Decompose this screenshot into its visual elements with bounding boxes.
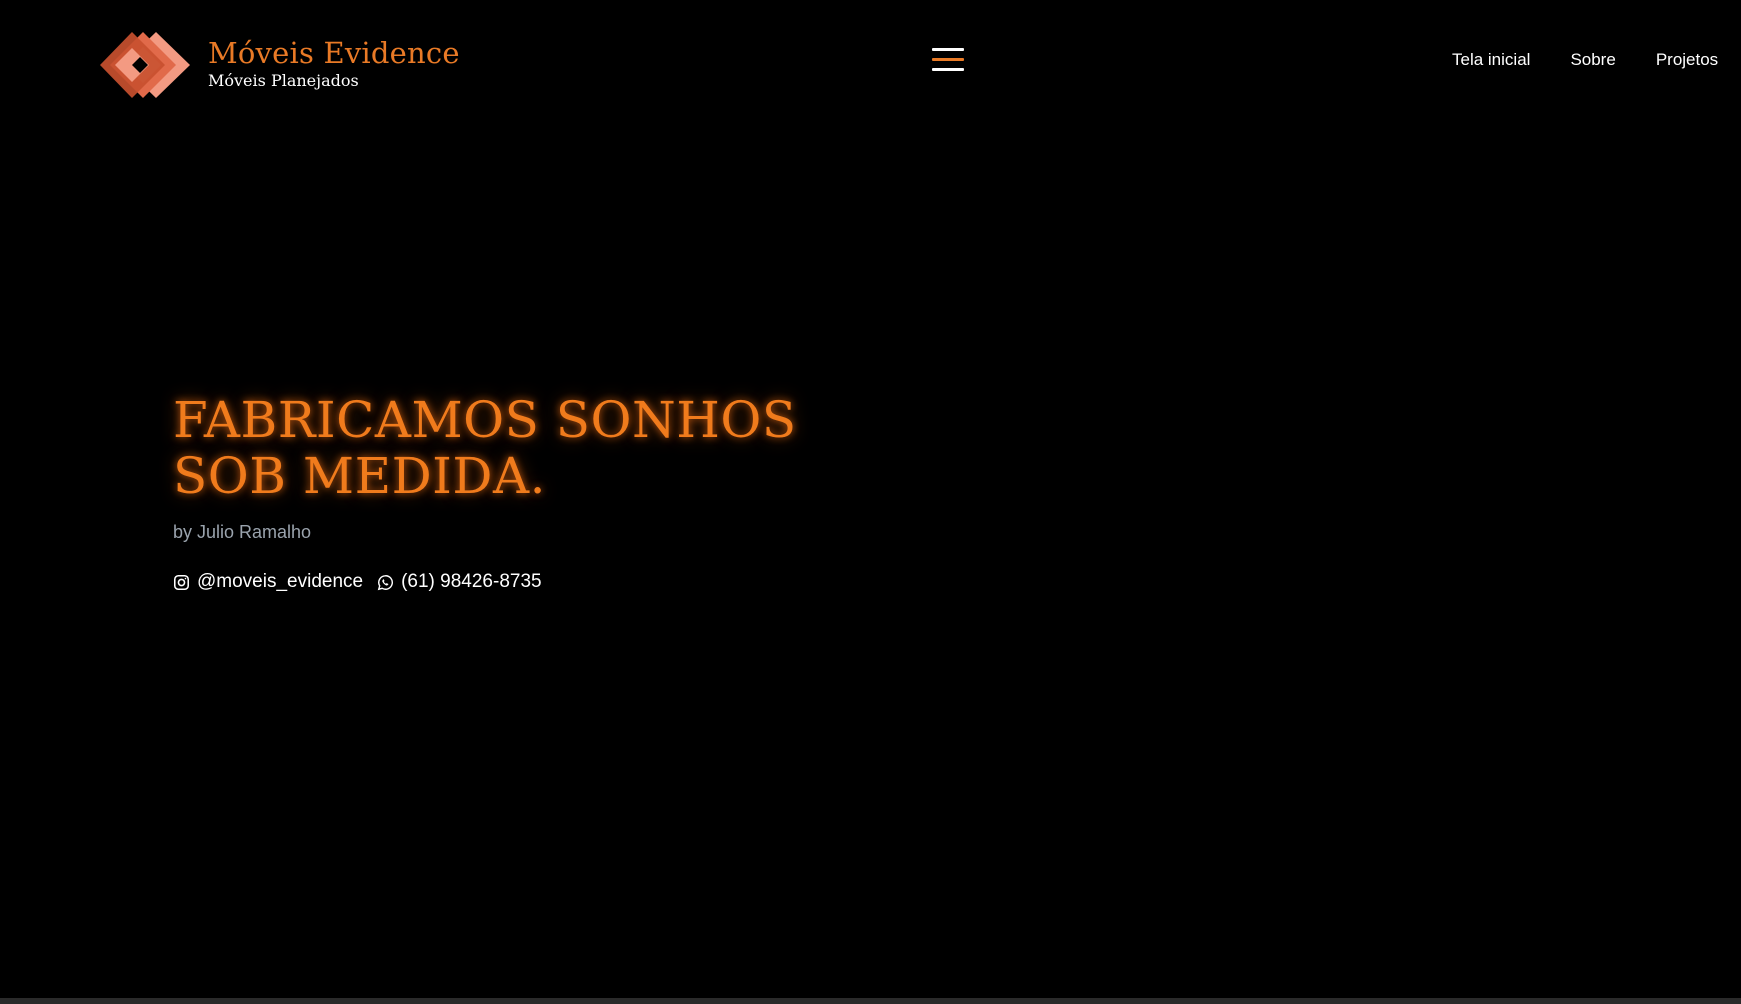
brand-tagline: Móveis Planejados	[208, 71, 359, 90]
site-header: Móveis Evidence Móveis Planejados Tela i…	[0, 0, 1741, 130]
whatsapp-icon	[377, 574, 394, 590]
nested-diamond-logo-icon	[100, 32, 190, 98]
hero-title-line-1: FABRICAMOS SONHOS	[173, 391, 797, 449]
brand-name: Móveis Evidence	[208, 36, 460, 70]
hamburger-menu-icon[interactable]	[932, 48, 964, 74]
horizontal-scrollbar[interactable]	[0, 998, 1741, 1004]
nav-link-sobre[interactable]: Sobre	[1570, 50, 1615, 70]
brand-text: Móveis Evidence Móveis Planejados	[208, 35, 460, 91]
main-nav: Tela inicial Sobre Projetos	[1452, 50, 1718, 70]
hero-section: FABRICAMOS SONHOS SOB MEDIDA. by Julio R…	[173, 392, 973, 593]
whatsapp-link[interactable]: (61) 98426-8735	[377, 571, 542, 593]
instagram-icon	[173, 574, 190, 590]
instagram-handle: @moveis_evidence	[197, 571, 364, 592]
nav-link-tela-inicial[interactable]: Tela inicial	[1452, 50, 1530, 70]
nav-link-projetos[interactable]: Projetos	[1656, 50, 1718, 70]
hero-byline: by Julio Ramalho	[173, 522, 312, 542]
instagram-link[interactable]: @moveis_evidence	[173, 571, 363, 593]
hero-title: FABRICAMOS SONHOS SOB MEDIDA.	[173, 392, 973, 504]
contact-links: @moveis_evidence (61) 98426-8735	[173, 571, 973, 593]
hero-title-line-2: SOB MEDIDA.	[173, 447, 547, 505]
brand-logo-link[interactable]: Móveis Evidence Móveis Planejados	[100, 30, 460, 100]
whatsapp-number: (61) 98426-8735	[401, 571, 542, 592]
